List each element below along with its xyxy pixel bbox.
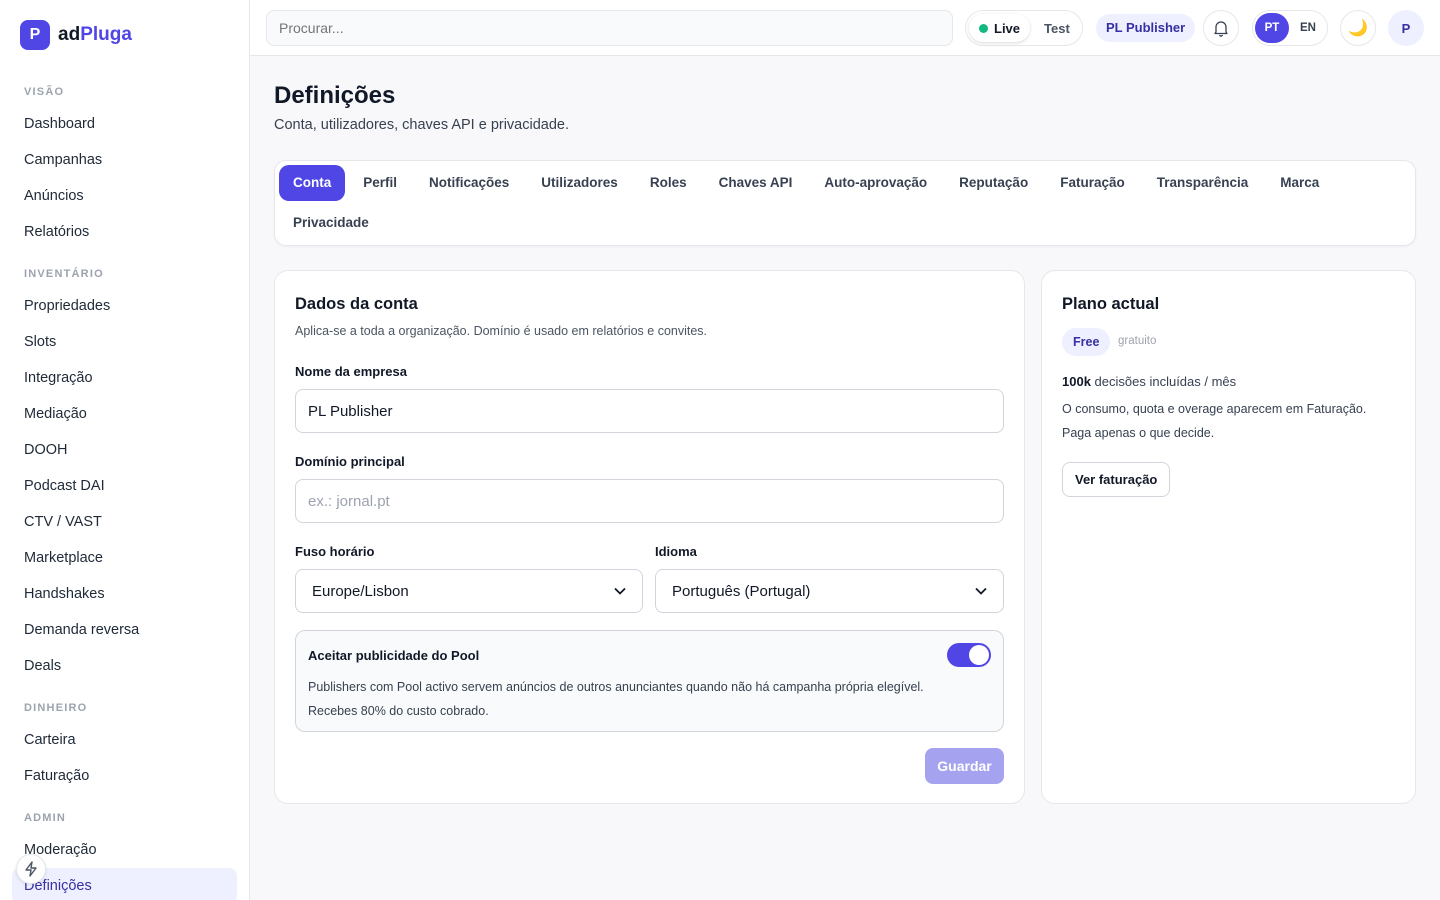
sidebar-item[interactable]: Slots: [12, 324, 237, 360]
mode-live-button[interactable]: Live: [969, 14, 1031, 42]
sidebar-item[interactable]: Faturação: [12, 758, 237, 794]
language-label: Idioma: [655, 544, 697, 559]
plan-note: O consumo, quota e overage aparecem em F…: [1062, 402, 1367, 440]
plan-quota: 100k decisões incluídas / mês: [1062, 374, 1237, 389]
logo-text: adPluga: [58, 24, 132, 45]
sidebar: P adPluga VISÃO Dashboard Campanhas Anúncio…: [0, 0, 250, 900]
sidebar-nav: VISÃO Dashboard Campanhas Anúncios Relatório…: [12, 78, 237, 900]
tab[interactable]: Notificações: [415, 165, 523, 201]
view-billing-button[interactable]: Ver faturação: [1062, 462, 1171, 497]
language-value: Português (Portugal): [672, 582, 811, 600]
company-name-label: Nome da empresa: [295, 364, 407, 379]
nav-gap: [12, 250, 237, 260]
sidebar-item[interactable]: Demanda reversa: [12, 612, 237, 648]
timezone-label: Fuso horário: [295, 544, 375, 559]
lang-en-button[interactable]: EN: [1291, 13, 1325, 43]
sidebar-item[interactable]: Mediação: [12, 396, 237, 432]
mode-toggle: Live Test: [965, 10, 1083, 46]
pool-title: Aceitar publicidade do Pool: [308, 648, 480, 663]
language-select[interactable]: Português (Portugal): [655, 569, 1004, 613]
company-name-input[interactable]: [295, 389, 1004, 433]
save-button[interactable]: Guardar: [925, 748, 1004, 784]
sidebar-item[interactable]: Anúncios: [12, 178, 237, 214]
language-switch: PT EN: [1252, 10, 1328, 46]
plan-badge: Free: [1062, 328, 1111, 356]
sidebar-item[interactable]: Moderação: [12, 832, 237, 868]
sidebar-item[interactable]: Deals: [12, 648, 237, 684]
timezone-select[interactable]: Europe/Lisbon: [295, 569, 643, 613]
pool-toggle[interactable]: [947, 643, 991, 667]
tab[interactable]: Utilizadores: [527, 165, 632, 201]
nav-section-title: ADMIN: [24, 812, 67, 824]
plan-card: Plano actual Free gratuito 100k decisões…: [1041, 270, 1416, 804]
sidebar-item[interactable]: Carteira: [12, 722, 237, 758]
account-card-title: Dados da conta: [295, 295, 418, 313]
bell-icon: [1214, 20, 1228, 37]
logo-mark: P: [20, 20, 50, 50]
tab[interactable]: Marca: [1266, 165, 1333, 201]
sidebar-item[interactable]: Marketplace: [12, 540, 237, 576]
tab[interactable]: Roles: [636, 165, 701, 201]
theme-toggle-button[interactable]: 🌙: [1340, 10, 1376, 46]
brand-logo[interactable]: P adPluga: [20, 20, 132, 50]
nav-section-title: INVENTÁRIO: [24, 268, 104, 280]
plan-price-note: gratuito: [1118, 335, 1157, 347]
domain-label: Domínio principal: [295, 454, 405, 469]
tab[interactable]: Faturação: [1046, 165, 1139, 201]
tab[interactable]: Auto-aprovação: [810, 165, 941, 201]
sidebar-item[interactable]: Integração: [12, 360, 237, 396]
nav-section-title: VISÃO: [24, 86, 65, 98]
sidebar-item[interactable]: Dashboard: [12, 106, 237, 142]
sidebar-item[interactable]: DOOH: [12, 432, 237, 468]
sidebar-item[interactable]: Relatórios: [12, 214, 237, 250]
page-subtitle: Conta, utilizadores, chaves API e privac…: [274, 117, 569, 133]
moon-icon: 🌙: [1348, 20, 1368, 37]
tab[interactable]: Chaves API: [705, 165, 807, 201]
sidebar-item[interactable]: CTV / VAST: [12, 504, 237, 540]
tab[interactable]: Reputação: [945, 165, 1042, 201]
tab[interactable]: Transparência: [1143, 165, 1263, 201]
nav-section-title: DINHEIRO: [24, 702, 88, 714]
domain-input[interactable]: [295, 479, 1004, 523]
nav-gap: [12, 794, 237, 804]
notifications-button[interactable]: [1203, 10, 1239, 46]
live-dot-icon: [979, 23, 988, 33]
chevron-down-icon: [975, 587, 987, 595]
avatar[interactable]: P: [1388, 10, 1424, 46]
page-title: Definições: [274, 82, 396, 109]
nav-gap: [12, 684, 237, 694]
sidebar-item[interactable]: Handshakes: [12, 576, 237, 612]
settings-tabs: Conta Perfil Notificações Utilizadores Roles…: [274, 160, 1416, 246]
pool-setting: Aceitar publicidade do Pool Publishers c…: [295, 630, 1004, 732]
account-card-description: Aplica-se a toda a organização. Domínio …: [295, 324, 708, 338]
pool-description: Publishers com Pool activo servem anúnci…: [308, 680, 924, 718]
tab[interactable]: Conta: [279, 165, 346, 201]
plan-card-title: Plano actual: [1062, 295, 1160, 313]
lang-pt-button[interactable]: PT: [1255, 13, 1289, 43]
timezone-value: Europe/Lisbon: [312, 582, 409, 600]
topbar: Live Test PL Publisher PT EN 🌙 P: [250, 0, 1440, 56]
sidebar-item[interactable]: Definições: [12, 868, 237, 900]
tab[interactable]: Perfil: [349, 165, 411, 201]
toggle-knob: [969, 645, 989, 665]
sidebar-item[interactable]: Podcast DAI: [12, 468, 237, 504]
bolt-icon[interactable]: [16, 854, 46, 884]
sidebar-item[interactable]: Propriedades: [12, 288, 237, 324]
sidebar-item[interactable]: Campanhas: [12, 142, 237, 178]
account-card: Dados da conta Aplica-se a toda a organi…: [274, 270, 1025, 804]
search-input[interactable]: [266, 10, 953, 46]
publisher-badge[interactable]: PL Publisher: [1096, 14, 1196, 42]
tab[interactable]: Privacidade: [279, 205, 383, 241]
mode-test-button[interactable]: Test: [1034, 14, 1080, 42]
chevron-down-icon: [614, 587, 626, 595]
